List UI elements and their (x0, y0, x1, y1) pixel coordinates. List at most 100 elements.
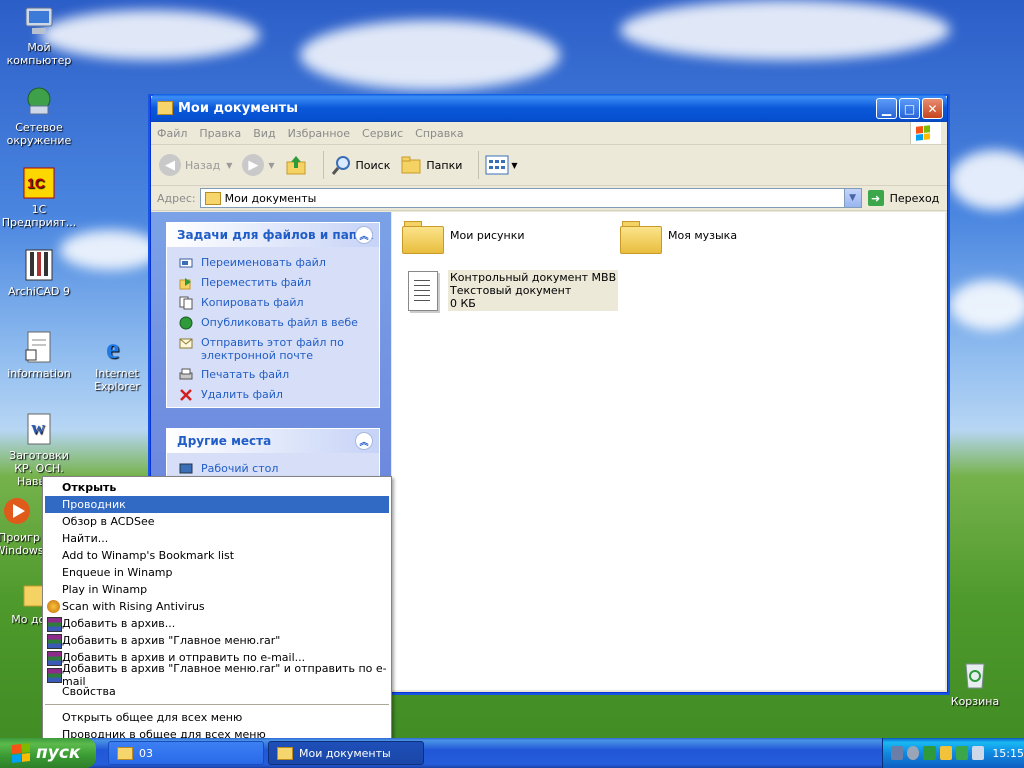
winrar-icon (47, 668, 62, 683)
close-button[interactable]: ✕ (922, 98, 943, 119)
task-rename[interactable]: Переименовать файл (167, 253, 379, 273)
sound-tray-icon[interactable] (907, 746, 920, 760)
music-folder-icon (620, 218, 662, 254)
up-folder-button[interactable] (285, 154, 307, 176)
menu-separator (45, 704, 389, 705)
collapse-chevron-icon[interactable]: ︽ (355, 432, 373, 450)
pictures-folder-icon (402, 218, 444, 254)
language-tray-icon[interactable] (955, 746, 969, 760)
document-shortcut-icon (22, 330, 56, 364)
svg-text:W: W (31, 423, 45, 438)
clock[interactable]: 15:15 (992, 747, 1024, 760)
search-button[interactable]: Поиск (330, 154, 390, 176)
toolbar: ◀ Назад ▼ ▶ ▼ Поиск Папки ▼ (151, 145, 947, 186)
file-tasks-panel: Задачи для файлов и папок ︽ Переименоват… (166, 222, 380, 408)
desktop-icon-label: ArchiCAD 9 (7, 285, 71, 298)
maximize-button[interactable]: □ (899, 98, 920, 119)
media-player-icon (0, 494, 34, 528)
menu-favorites[interactable]: Избранное (288, 127, 350, 140)
desktop-icon-information[interactable]: information (0, 330, 78, 380)
back-button[interactable]: ◀ Назад ▼ (159, 154, 232, 176)
desktop-icon-ie[interactable]: e Internet Explorer (78, 330, 156, 393)
back-arrow-icon: ◀ (159, 154, 181, 176)
network-icon (22, 84, 56, 118)
archicad-icon (22, 248, 56, 282)
desktop-icon-label: Internet Explorer (94, 367, 140, 393)
rising-tray-icon[interactable] (923, 746, 936, 760)
menu-file[interactable]: Файл (157, 127, 187, 140)
task-move[interactable]: Переместить файл (167, 273, 379, 293)
minimize-button[interactable]: ▁ (876, 98, 897, 119)
menu-item-add-archive-named-email[interactable]: Добавить в архив "Главное меню.rar" и от… (43, 662, 391, 688)
task-delete[interactable]: Удалить файл (167, 385, 379, 405)
file-control-document[interactable]: Контрольный документ МВВ Текстовый докум… (408, 270, 619, 311)
windows-logo-icon (910, 122, 941, 144)
folder-icon (204, 191, 221, 205)
antivirus-tray-icon[interactable] (939, 746, 952, 760)
file-list: Мои рисунки Моя музыка Контрольный докум… (392, 212, 945, 690)
menu-item-acdsee[interactable]: Обзор в ACDSee (43, 513, 391, 530)
forward-button[interactable]: ▶ ▼ (242, 154, 275, 176)
menu-item-add-archive-named[interactable]: Добавить в архив "Главное меню.rar" (43, 632, 391, 649)
address-bar: Адрес: Мои документы ▼ ➜ Переход (151, 186, 947, 211)
views-button[interactable]: ▼ (485, 155, 518, 175)
desktop-icon (179, 463, 193, 474)
desktop-icon-archicad[interactable]: ArchiCAD 9 (0, 248, 78, 298)
menu-item-explorer[interactable]: Проводник (45, 496, 389, 513)
task-publish[interactable]: Опубликовать файл в вебе (167, 313, 379, 333)
menu-item-open-common[interactable]: Открыть общее для всех меню (43, 709, 391, 726)
desktop-icon-label: information (7, 367, 71, 380)
folder-icon (157, 101, 173, 115)
desktop-icon-label: Корзина (950, 695, 1000, 708)
address-dropdown-button[interactable]: ▼ (843, 189, 861, 207)
winrar-icon (47, 617, 62, 632)
menu-item-winamp-enqueue[interactable]: Enqueue in Winamp (43, 564, 391, 581)
go-arrow-icon: ➜ (867, 190, 884, 206)
taskbar: пуск 03 Мои документы 15:15 (0, 738, 1024, 768)
folder-my-music[interactable]: Моя музыка (620, 218, 737, 254)
task-print[interactable]: Печатать файл (167, 365, 379, 385)
windows-flag-icon (12, 743, 30, 763)
speaker-tray-icon[interactable] (972, 746, 985, 760)
collapse-chevron-icon[interactable]: ︽ (355, 226, 373, 244)
globe-icon (179, 316, 193, 330)
network-tray-icon[interactable] (891, 746, 904, 760)
menu-item-find[interactable]: Найти... (43, 530, 391, 547)
folders-button[interactable]: Папки (400, 154, 462, 176)
folder-my-pictures[interactable]: Мои рисунки (402, 218, 525, 254)
winrar-icon (47, 651, 62, 666)
menu-tools[interactable]: Сервис (362, 127, 403, 140)
file-tasks-header[interactable]: Задачи для файлов и папок ︽ (167, 223, 379, 247)
address-input[interactable]: Мои документы ▼ (199, 188, 862, 208)
go-button[interactable]: ➜ Переход (867, 190, 939, 206)
menu-item-rising-scan[interactable]: Scan with Rising Antivirus (43, 598, 391, 615)
taskbar-item-03[interactable]: 03 (108, 741, 264, 765)
desktop-icon-network[interactable]: Сетевое окружение (0, 84, 78, 147)
title-bar[interactable]: Мои документы ▁ □ ✕ (151, 94, 947, 122)
menu-help[interactable]: Справка (415, 127, 463, 140)
menu-item-winamp-play[interactable]: Play in Winamp (43, 581, 391, 598)
desktop-icon-1c[interactable]: 1С 1С Предприят... (0, 166, 78, 229)
task-email[interactable]: Отправить этот файл по электронной почте (167, 333, 379, 365)
printer-icon (179, 368, 193, 380)
address-label: Адрес: (157, 191, 196, 205)
desktop-icon-my-computer[interactable]: Мой компьютер (0, 4, 78, 67)
folders-icon (401, 156, 421, 174)
menu-item-open[interactable]: Открыть (43, 479, 391, 496)
delete-x-icon (180, 389, 192, 401)
start-button[interactable]: пуск (0, 738, 96, 768)
task-copy[interactable]: Копировать файл (167, 293, 379, 313)
menu-item-properties[interactable]: Свойства (43, 683, 391, 700)
email-icon (179, 338, 193, 349)
move-icon (179, 278, 191, 290)
other-places-header[interactable]: Другие места ︽ (167, 429, 379, 453)
menu-view[interactable]: Вид (253, 127, 275, 140)
menu-edit[interactable]: Правка (199, 127, 241, 140)
svg-text:e: e (106, 332, 119, 364)
views-icon (485, 155, 509, 175)
menu-item-winamp-bookmark[interactable]: Add to Winamp's Bookmark list (43, 547, 391, 564)
menu-item-add-archive[interactable]: Добавить в архив... (43, 615, 391, 632)
taskbar-item-my-documents[interactable]: Мои документы (268, 741, 424, 765)
forward-arrow-icon: ▶ (242, 154, 265, 176)
internet-explorer-icon: e (100, 330, 134, 365)
